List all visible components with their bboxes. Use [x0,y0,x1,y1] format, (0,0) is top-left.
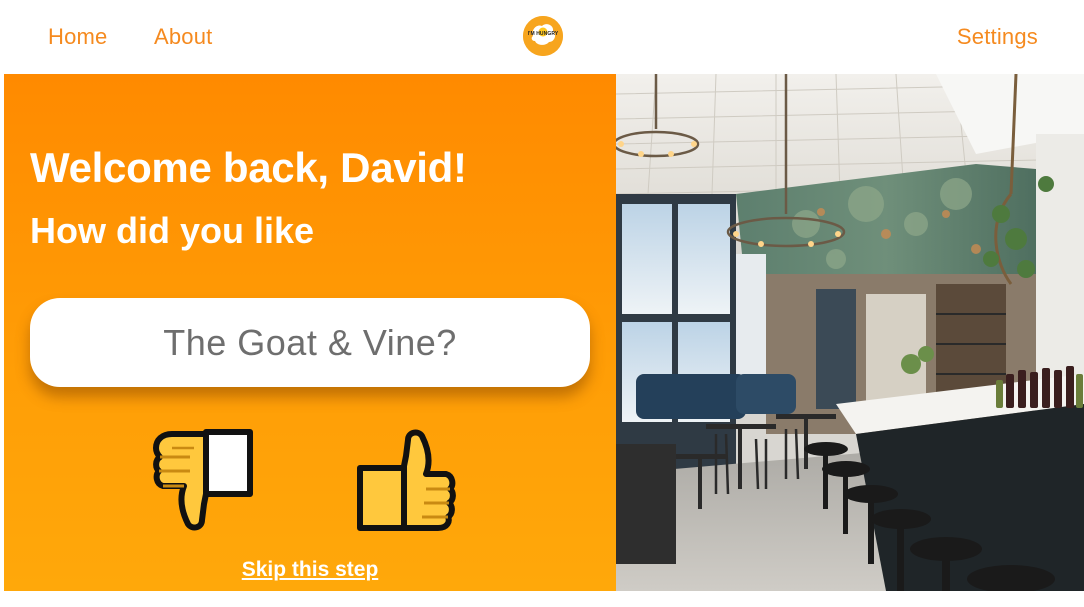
dislike-button[interactable] [150,428,254,537]
thumbs-up-icon [357,429,456,531]
feedback-panel: Welcome back, David! How did you like Th… [4,74,616,591]
logo-text: I'M HUNGRY [527,31,559,37]
question-text: How did you like [30,210,315,251]
app-frame: Home About I'M HUNGRY Settings Welcome b… [0,0,1084,607]
nav-about-link[interactable]: About [154,24,213,50]
brand-logo[interactable]: I'M HUNGRY [523,16,563,56]
nav-settings-link[interactable]: Settings [957,24,1038,50]
thumbs-down-icon [153,429,253,531]
like-button[interactable] [356,428,460,537]
restaurant-interior-illustration [616,74,1084,591]
skip-step-link[interactable]: Skip this step [4,558,616,582]
top-navbar: Home About I'M HUNGRY Settings [0,0,1084,74]
restaurant-name: The Goat & Vine? [163,321,457,363]
restaurant-name-card: The Goat & Vine? [30,298,590,387]
nav-home-link[interactable]: Home [48,24,108,50]
restaurant-photo [616,74,1084,591]
welcome-heading: Welcome back, David! [30,144,467,191]
